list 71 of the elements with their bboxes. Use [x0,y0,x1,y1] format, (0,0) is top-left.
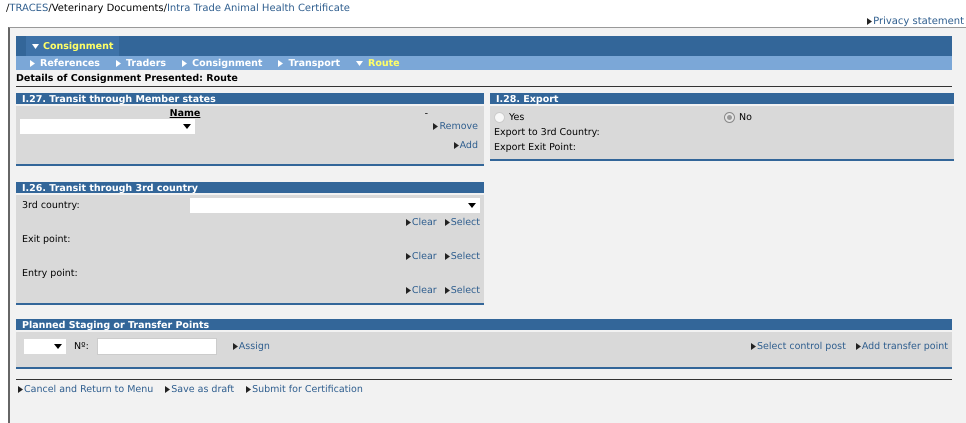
triangle-icon [406,219,411,226]
dropdown-field[interactable] [190,198,480,213]
field-label: Nº: [74,341,89,352]
breadcrumb-separator: / [6,3,10,16]
radio-label: No [739,112,752,123]
triangle-icon [246,386,252,393]
link[interactable]: Select [444,217,480,228]
page-title: Details of Consignment Presented: Route [16,70,952,87]
submenu-tab[interactable]: Transport [278,56,340,70]
link[interactable]: Select [444,285,480,296]
triangle-icon [18,386,23,393]
caret-icon [183,124,191,129]
radio-label: Yes [509,112,524,123]
breadcrumb-link[interactable]: Intra Trade Animal Health Certificate [166,3,350,27]
caret-icon [54,344,62,349]
field-label: Entry point: [22,268,78,279]
link[interactable]: Clear [406,285,437,296]
triangle-icon [278,60,284,66]
panel-title: I.26. Transit through 3rd country [16,182,484,195]
breadcrumb-link[interactable]: TRACES [9,3,48,27]
panel-title: I.27. Transit through Member states [16,93,484,106]
triangle-icon [444,219,450,226]
panel-title: Planned Staging or Transfer Points [16,319,952,332]
triangle-icon [444,253,450,260]
triangle-icon [867,18,872,25]
triangle-icon [433,123,438,130]
radio-button[interactable] [724,112,735,123]
link[interactable]: Clear [406,217,437,228]
radio-button[interactable] [494,112,505,123]
triangle-icon [116,60,121,66]
breadcrumb-text: Veterinary Documents [52,3,164,16]
column-header: Name [170,108,200,119]
triangle-icon [406,287,411,294]
link[interactable]: Clear [406,251,437,262]
dropdown-field[interactable] [24,339,66,354]
breadcrumb-separator: / [164,3,167,16]
link[interactable]: Add [454,140,478,151]
triangle-icon [856,343,861,350]
field-label: 3rd country: [22,200,80,211]
triangle-icon [751,343,756,350]
field-label: Exit point: [22,234,70,245]
link[interactable]: Cancel and Return to Menu [18,384,154,395]
triangle-icon [232,342,238,350]
triangle-down-icon [32,44,39,48]
caret-icon [468,203,476,208]
submenu-tab[interactable]: Traders [116,56,166,70]
panel-title: I.28. Export [490,93,954,106]
submenu-tab[interactable]: Consignment [182,56,262,70]
triangle-icon [165,386,170,393]
field-label: Export to 3rd Country: [494,127,600,138]
link[interactable]: Select control post [751,341,846,352]
link[interactable]: Save as draft [165,384,234,395]
field-label: Export Exit Point: [494,142,576,153]
menu-tab[interactable]: Consignment [26,36,120,56]
link[interactable]: Assign [232,340,270,352]
privacy-link[interactable]: Privacy statement [867,16,966,27]
triangle-icon [182,60,188,66]
submenu-tab[interactable]: References [30,56,100,70]
column-header: - [424,108,429,119]
link[interactable]: Select [444,251,480,262]
triangle-icon [30,60,35,66]
link[interactable]: Add transfer point [856,341,948,352]
link[interactable]: Remove [433,121,478,132]
triangle-icon [406,253,411,260]
triangle-icon [444,287,450,294]
dropdown-field[interactable] [20,119,195,134]
breadcrumb-separator: / [48,3,52,16]
triangle-down-icon [356,60,363,66]
triangle-icon [454,142,459,149]
number-input[interactable] [96,338,217,355]
link[interactable]: Submit for Certification [246,384,363,395]
